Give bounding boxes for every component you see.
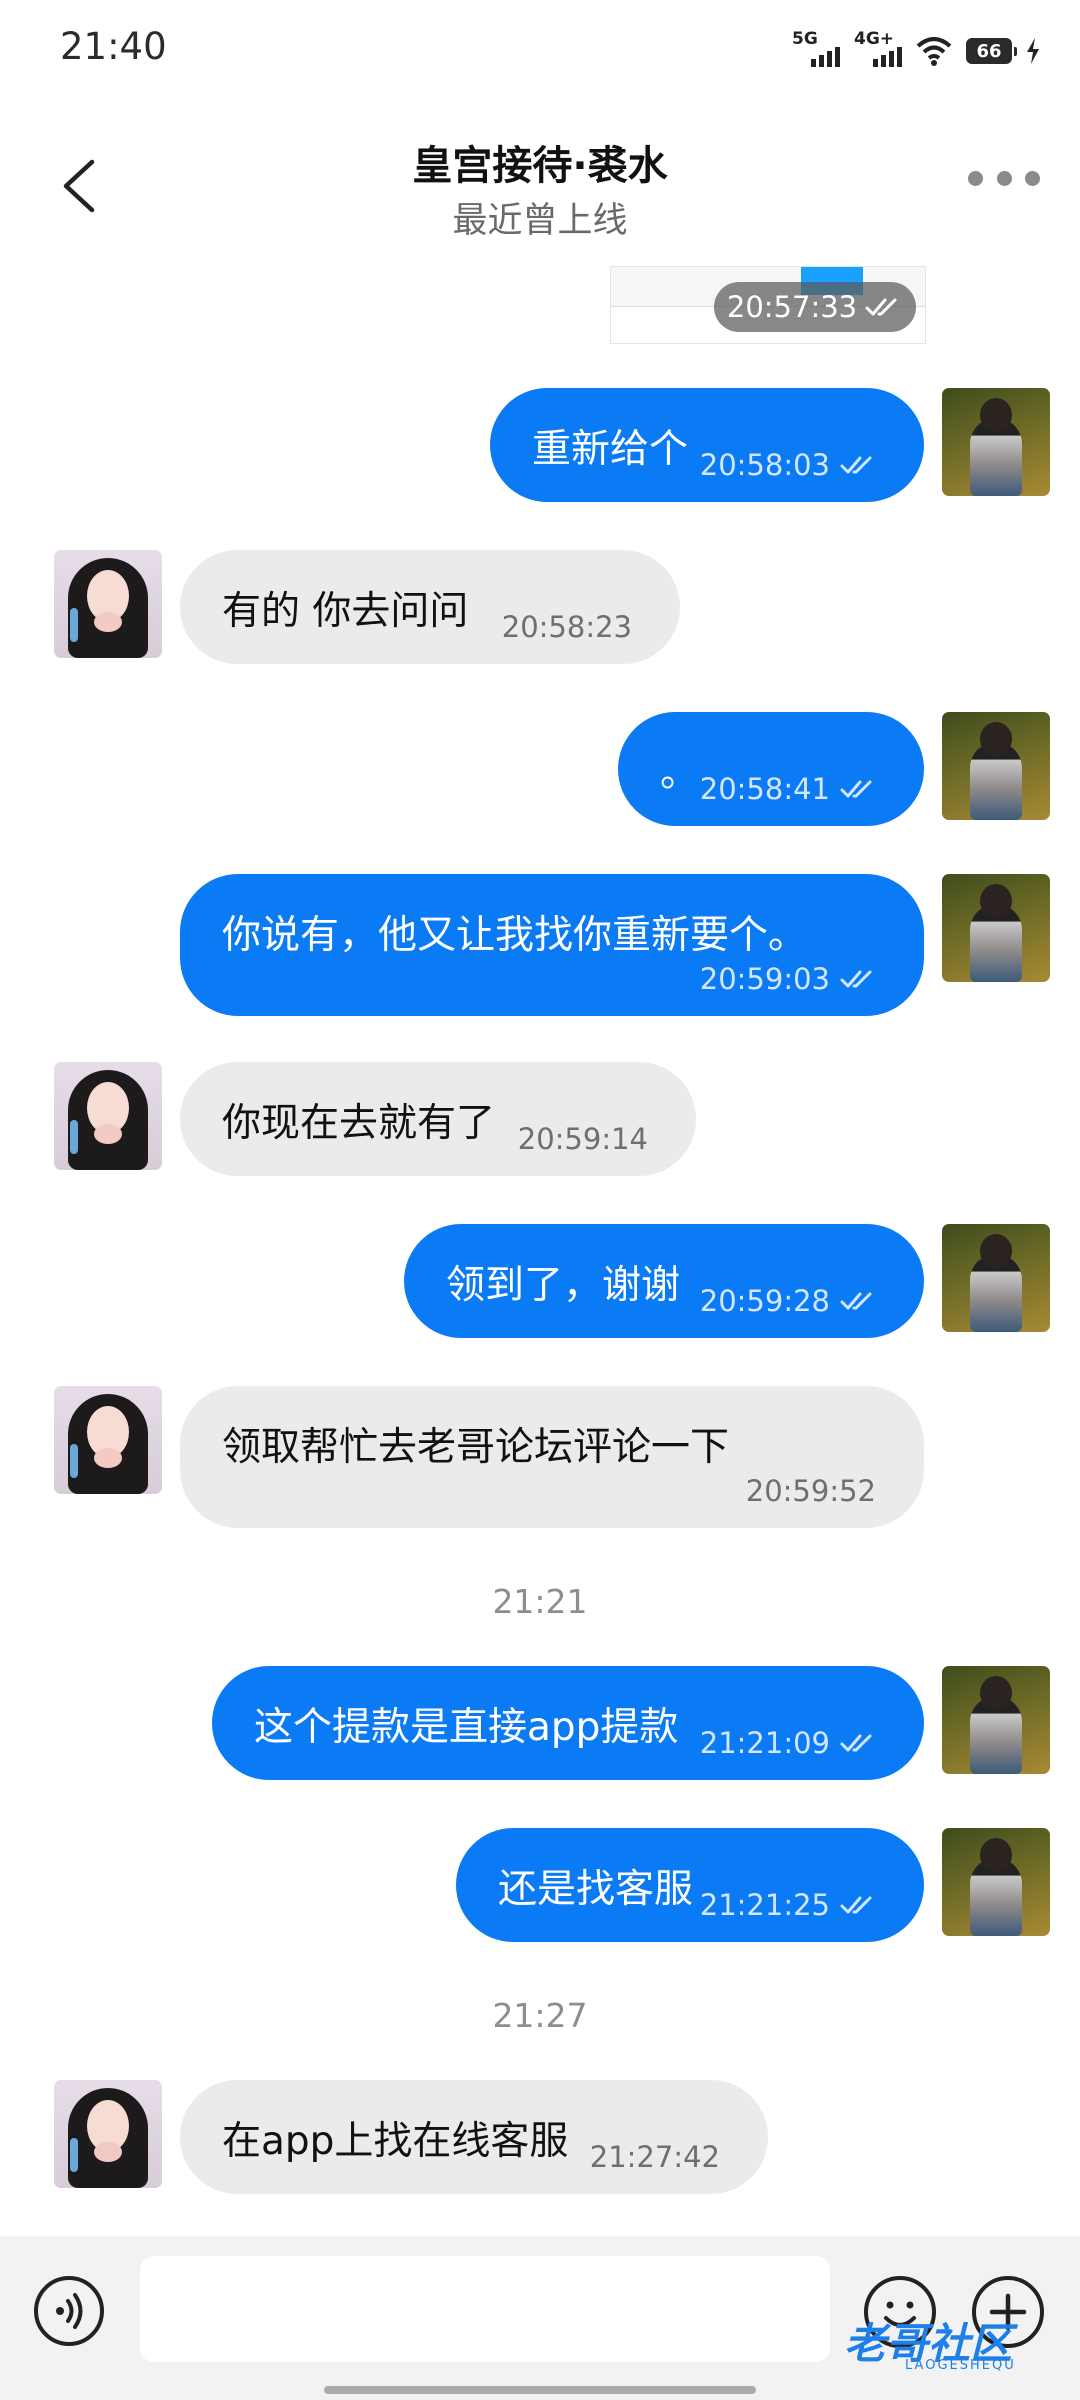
my-avatar[interactable] — [942, 712, 1050, 820]
message-bubble-incoming[interactable]: 领取帮忙去老哥论坛评论一下 20:59:52 — [180, 1386, 924, 1528]
read-check-icon — [840, 780, 872, 798]
contact-avatar[interactable] — [54, 1062, 162, 1170]
my-avatar[interactable] — [942, 874, 1050, 982]
network-type-label-2: 4G+ — [854, 29, 895, 49]
read-check-icon — [840, 1292, 872, 1310]
message-bubble-outgoing[interactable]: 重新给个 20:58:03 — [490, 388, 924, 502]
message-time: 20:59:28 — [699, 1284, 830, 1318]
message-text: 。 — [660, 751, 700, 796]
message-text: 领取帮忙去老哥论坛评论一下 — [222, 1425, 730, 1470]
message-bubble-incoming[interactable]: 你现在去就有了 20:59:14 — [180, 1062, 696, 1176]
message-bubble-incoming[interactable]: 有的 你去问问 20:58:23 — [180, 550, 680, 664]
message-text: 你现在去就有了 — [222, 1101, 496, 1146]
message-time: 20:58:41 — [699, 772, 830, 806]
message-bubble-outgoing[interactable]: 领到了，谢谢 20:59:28 — [404, 1224, 924, 1338]
status-time: 21:40 — [60, 25, 167, 68]
chat-status: 最近曾上线 — [452, 201, 628, 241]
message-text: 这个提款是直接app提款 — [254, 1705, 679, 1750]
contact-avatar[interactable] — [54, 1386, 162, 1494]
battery-icon: 66 — [966, 38, 1017, 64]
message-text: 在app上找在线客服 — [222, 2119, 569, 2164]
message-input[interactable] — [140, 2256, 830, 2362]
my-avatar[interactable] — [942, 388, 1050, 496]
wifi-icon — [916, 37, 952, 66]
my-avatar[interactable] — [942, 1224, 1050, 1332]
my-avatar[interactable] — [942, 1828, 1050, 1936]
read-check-icon — [840, 1734, 872, 1752]
message-text: 领到了，谢谢 — [446, 1263, 681, 1308]
read-check-icon — [840, 1896, 872, 1914]
my-avatar[interactable] — [942, 1666, 1050, 1774]
message-bubble-outgoing[interactable]: 。 20:58:41 — [618, 712, 924, 826]
signal-5g-icon: 5G — [792, 29, 840, 71]
network-type-label: 5G — [792, 29, 818, 49]
contact-avatar[interactable] — [54, 2080, 162, 2188]
message-time: 20:59:52 — [745, 1474, 876, 1508]
charging-icon — [1027, 38, 1039, 64]
message-time: 20:58:03 — [699, 448, 830, 482]
message-time: 20:59:14 — [517, 1122, 648, 1156]
message-text: 还是找客服 — [498, 1867, 694, 1912]
message-time: 21:21:09 — [699, 1726, 830, 1760]
message-time: 21:27:42 — [589, 2140, 720, 2174]
read-check-icon — [840, 456, 872, 474]
image-time-text: 20:57:33 — [726, 290, 858, 324]
home-indicator[interactable] — [324, 2386, 756, 2394]
message-text: 有的 你去问问 — [222, 589, 469, 634]
message-time: 20:58:23 — [501, 610, 632, 644]
signal-4g-icon: 4G+ — [854, 29, 902, 71]
image-message-time: 20:57:33 — [714, 282, 916, 332]
message-bubble-incoming[interactable]: 在app上找在线客服 21:27:42 — [180, 2080, 768, 2194]
contact-avatar[interactable] — [54, 550, 162, 658]
chat-title: 皇宫接待·裘水 — [412, 143, 668, 189]
watermark-subtext: LAOGESHEQU — [905, 2358, 1016, 2373]
message-bubble-outgoing[interactable]: 你说有，他又让我找你重新要个。 20:59:03 — [180, 874, 924, 1016]
read-check-icon — [840, 970, 872, 988]
status-icons: 5G 4G+ 66 — [792, 28, 1040, 74]
voice-icon — [56, 2293, 83, 2329]
message-text: 重新给个 — [532, 427, 689, 472]
time-separator: 21:21 — [492, 1582, 588, 1621]
message-bubble-outgoing[interactable]: 还是找客服 21:21:25 — [456, 1828, 924, 1942]
voice-input-button[interactable] — [34, 2276, 104, 2346]
message-text: 你说有，他又让我找你重新要个。 — [222, 913, 808, 958]
read-check-icon — [865, 298, 897, 316]
message-bubble-outgoing[interactable]: 这个提款是直接app提款 21:21:09 — [212, 1666, 924, 1780]
time-separator: 21:27 — [492, 1996, 588, 2035]
more-options-icon[interactable] — [968, 168, 1040, 188]
message-time: 20:59:03 — [699, 962, 830, 996]
message-time: 21:21:25 — [699, 1888, 830, 1922]
